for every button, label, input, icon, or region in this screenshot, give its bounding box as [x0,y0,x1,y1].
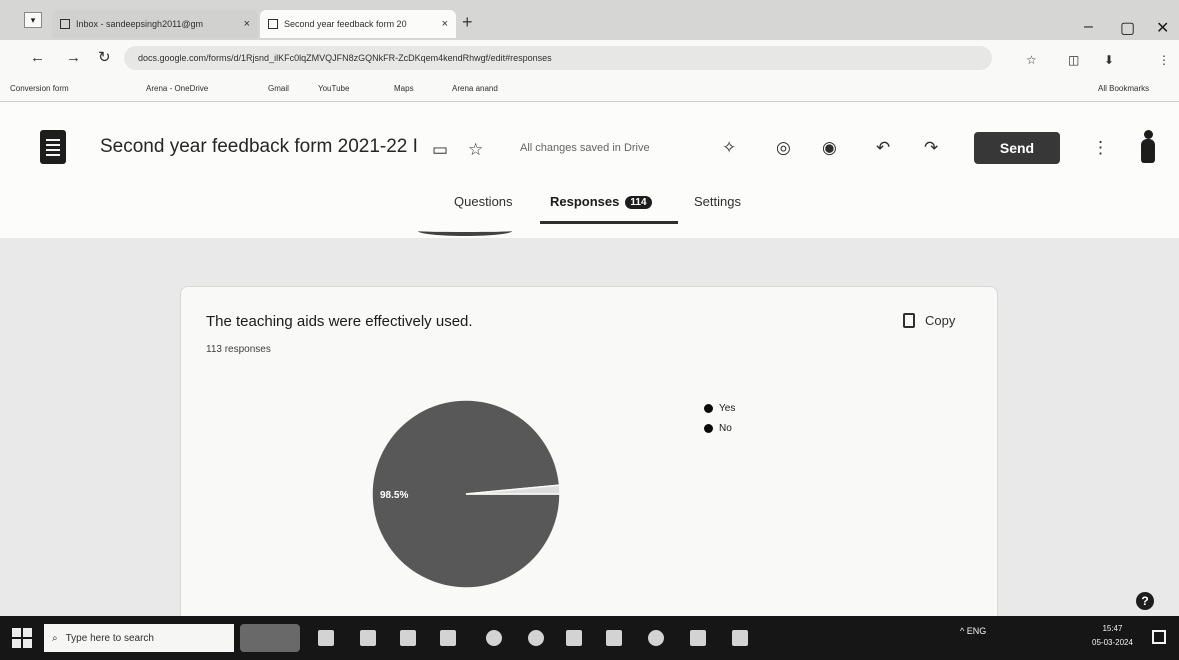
new-tab-button[interactable]: + [462,13,473,31]
notification-icon[interactable] [1152,630,1166,644]
system-tray[interactable]: ^ ENG [960,626,986,636]
avatar[interactable] [1138,130,1158,170]
folder-icon[interactable]: ▭ [432,140,448,160]
tab-feedback-form[interactable]: Second year feedback form 20 × [260,10,456,38]
undo-icon[interactable]: ↶ [876,138,890,158]
windows-start-icon[interactable] [12,628,32,648]
maximize-button[interactable]: ▢ [1120,18,1135,38]
close-window-button[interactable]: ✕ [1156,18,1169,38]
chrome-icon[interactable] [648,630,664,646]
pie-chart: 98.5% [368,396,564,592]
url-input[interactable]: docs.google.com/forms/d/1Rjsnd_ilKFc0lqZ… [124,46,992,70]
question-title: The teaching aids were effectively used. [206,313,473,330]
gmail-icon [60,19,70,29]
task-view-icon[interactable] [318,630,334,646]
forms-icon [268,19,278,29]
help-icon[interactable]: ? [1136,592,1154,610]
app-icon[interactable] [566,630,582,646]
legend-item-yes[interactable]: Yes [704,398,735,418]
palette-icon[interactable]: ◎ [776,138,791,158]
send-button[interactable]: Send [974,132,1060,164]
tab-search-button[interactable]: ▾ [24,12,42,28]
form-title[interactable]: Second year feedback form 2021-22 I [100,136,418,158]
question-summary-card [180,286,998,626]
legend-label: No [719,422,732,434]
address-bar-row: ← → ↻ docs.google.com/forms/d/1Rjsnd_ilK… [0,40,1179,76]
all-bookmarks[interactable]: All Bookmarks [1098,84,1149,93]
avatar-body [1141,139,1155,163]
preview-icon[interactable]: ◉ [822,138,837,158]
taskbar-clock[interactable]: 15:47 05-03-2024 [1092,622,1133,650]
addon-icon[interactable]: ✧ [722,138,736,158]
bookmark-item[interactable]: Arena - OneDrive [146,84,208,93]
windows-taskbar: ⌕ Type here to search ^ ENG 15:47 05-03-… [0,616,1179,660]
pie-chart-svg: 98.5% [371,399,561,589]
store-icon[interactable] [400,630,416,646]
search-icon: ⌕ [52,632,58,644]
forms-header: Second year feedback form 2021-22 I ▭ ☆ … [0,102,1179,238]
browser-tab-strip: ▾ Inbox - sandeepsingh2011@gm × Second y… [0,0,1179,40]
tab-inbox[interactable]: Inbox - sandeepsingh2011@gm × [52,10,258,38]
legend-swatch [704,403,713,413]
bookmark-item[interactable]: YouTube [318,84,349,93]
legend-label: Yes [719,402,736,414]
mail-icon[interactable] [440,630,456,646]
menu-icon[interactable]: ⋮ [1158,53,1170,67]
bookmark-item[interactable]: Gmail [268,84,289,93]
copy-label: Copy [925,313,956,328]
app-icon[interactable] [732,630,748,646]
close-icon[interactable]: × [244,18,250,30]
app-icon[interactable] [606,630,622,646]
tab-questions[interactable]: Questions [454,194,513,209]
tab-responses[interactable]: Responses 114 [550,194,652,209]
extensions-icon[interactable]: ◫ [1068,53,1079,67]
file-explorer-icon[interactable] [360,630,376,646]
copy-icon [903,313,915,328]
download-icon[interactable]: ⬇ [1104,53,1114,67]
star-icon[interactable]: ☆ [1026,53,1037,67]
search-highlight-image[interactable] [240,624,300,652]
tab-responses-label: Responses [550,194,620,209]
active-tab-indicator [540,221,678,224]
avatar-head [1144,130,1153,139]
star-icon[interactable]: ☆ [468,140,483,160]
chart-legend: Yes No [704,398,735,438]
minimize-button[interactable]: – [1084,18,1093,36]
edge-icon[interactable] [486,630,502,646]
taskbar-search-input[interactable]: ⌕ Type here to search [44,624,234,652]
pie-slice-label: 98.5% [380,490,408,501]
bookmark-item[interactable]: Maps [394,84,414,93]
legend-item-no[interactable]: No [704,418,735,438]
bookmarks-bar: Conversion form Arena - OneDrive Gmail Y… [0,76,1179,102]
save-status: All changes saved in Drive [520,142,650,154]
copy-button[interactable]: Copy [903,313,955,328]
clock-date: 05-03-2024 [1092,638,1133,647]
bookmark-item[interactable]: Conversion form [10,84,69,93]
more-icon[interactable]: ⋮ [1092,138,1109,158]
tab-settings[interactable]: Settings [694,194,741,209]
bookmark-item[interactable]: Arena anand [452,84,498,93]
tab-title: Second year feedback form 20 [284,19,407,29]
reload-icon[interactable]: ↻ [98,50,111,66]
forward-icon[interactable]: → [66,50,81,66]
app-icon[interactable] [690,630,706,646]
header-arc-decoration [418,226,512,236]
close-icon[interactable]: × [442,18,448,30]
redo-icon[interactable]: ↷ [924,138,938,158]
responses-count-badge: 114 [625,196,652,209]
search-placeholder: Type here to search [65,632,154,644]
firefox-icon[interactable] [528,630,544,646]
back-icon[interactable]: ← [30,50,45,66]
legend-swatch [704,423,713,433]
url-text: docs.google.com/forms/d/1Rjsnd_ilKFc0lqZ… [138,53,552,63]
clock-time: 15:47 [1102,624,1123,633]
tab-title: Inbox - sandeepsingh2011@gm [76,19,204,29]
google-forms-icon[interactable] [40,130,66,164]
response-count: 113 responses [206,344,271,355]
